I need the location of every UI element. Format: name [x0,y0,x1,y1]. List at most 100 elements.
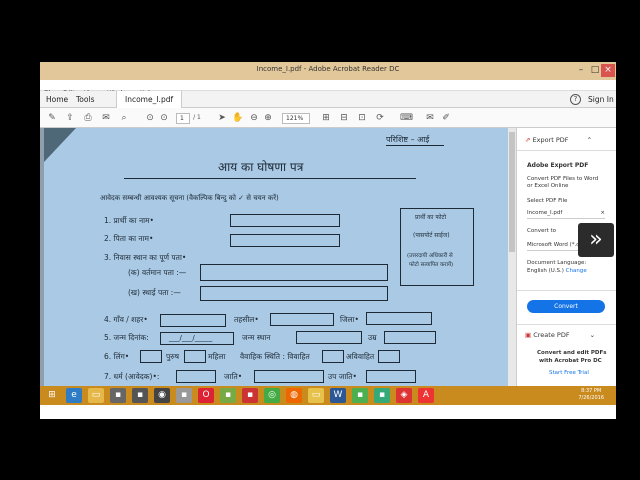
app-icon-6[interactable]: ▪ [242,388,258,403]
language-value: English (U.S.) [527,268,564,274]
tehsil-field[interactable] [270,313,334,326]
opera-icon[interactable]: O [198,388,214,403]
zoom-in-icon[interactable]: ⊕ [262,112,274,124]
start-icon[interactable]: ⊞ [44,388,60,403]
pane-divider [517,150,616,151]
pane-divider-3 [517,324,616,325]
sign-in-button[interactable]: Sign In [588,91,614,108]
tab-document[interactable]: Income_I.pdf × [116,91,182,121]
chevron-up-icon[interactable]: ⌃ [587,136,592,144]
comment-icon[interactable]: ✉ [424,112,436,124]
female-label: महिला [208,352,226,361]
clock-date: 7/26/2016 [578,395,604,401]
double-chevron-right-icon[interactable]: » [578,223,614,257]
select-tool-icon[interactable]: ➤ [216,112,228,124]
current-address-field[interactable] [200,264,388,281]
app-icon-9[interactable]: ◈ [396,388,412,403]
app-icon-8[interactable]: ▪ [374,388,390,403]
hand-tool-icon[interactable]: ✋ [232,112,244,124]
permanent-address-field[interactable] [200,286,388,301]
title-underline [124,178,416,179]
pane-divider-2 [517,290,616,291]
app-icon-1[interactable]: ▪ [110,388,126,403]
create-pdf-header[interactable]: ▣ Create PDF ⌄ [525,331,595,339]
district-field[interactable] [366,312,432,325]
app-icon-2[interactable]: ▪ [132,388,148,403]
help-icon[interactable]: ? [570,94,581,105]
married-checkbox[interactable] [322,350,344,363]
father-name-field[interactable] [230,234,340,247]
create-pdf-icon: ▣ [525,331,532,339]
remove-file-icon[interactable]: × [600,210,605,216]
chevron-down-icon[interactable]: ⌄ [590,331,595,339]
language-row: English (U.S.) Change [527,268,587,274]
export-pdf-header[interactable]: ⇗ Export PDF ⌃ [525,136,592,144]
dob-field[interactable]: ___/___/_____ [160,332,234,345]
system-clock[interactable]: 8:37 PM 7/26/2016 [578,388,604,402]
photo-box: प्रार्थी का फोटो (पासपोर्ट साईज) (उत्तरद… [400,208,474,286]
age-label: उम्र [368,333,377,342]
village-city-field[interactable] [160,314,226,327]
subcaste-field[interactable] [366,370,416,383]
fit-width-icon[interactable]: ⊟ [338,112,350,124]
birthplace-field[interactable] [296,331,362,344]
app-icon-4[interactable]: ▪ [176,388,192,403]
search-icon[interactable]: ⌕ [118,112,130,124]
ie-icon[interactable]: e [66,388,82,403]
caste-field[interactable] [254,370,324,383]
annex-underline [386,145,444,146]
keyboard-icon[interactable]: ⌨ [400,112,413,124]
tab-tools[interactable]: Tools [76,91,94,108]
scrollbar-thumb[interactable] [509,132,515,252]
free-trial-link[interactable]: Start Free Trial [549,370,589,376]
birthplace-label: जन्म स्थान [242,333,271,342]
document-scrollbar[interactable] [508,128,516,386]
convert-button[interactable]: Convert [527,300,605,313]
folder-icon[interactable]: ▭ [308,388,324,403]
zoom-select[interactable]: 121% [282,113,310,124]
pen-icon[interactable]: ✐ [440,112,452,124]
scroll-mode-icon[interactable]: ⊡ [356,112,368,124]
subcaste-label: उप जाति• [328,372,357,381]
page-up-icon[interactable]: ⊙ [144,112,156,124]
upload-icon[interactable]: ⇪ [64,112,76,124]
gender-field[interactable] [140,350,162,363]
applicant-name-field[interactable] [230,214,340,227]
q2-label: 2. पिता का नाम• [104,234,154,243]
selected-file[interactable]: Income_I.pdf × [527,210,605,219]
minimize-icon[interactable]: – [574,64,588,77]
explorer-icon[interactable]: ▭ [88,388,104,403]
chrome-icon[interactable]: ◎ [264,388,280,403]
app-icon-7[interactable]: ▪ [352,388,368,403]
firefox-icon[interactable]: ◍ [286,388,302,403]
q1-label: 1. प्रार्थी का नाम• [104,216,154,225]
page-number-input[interactable]: 1 [176,113,190,124]
annex-label: परिशिष्ट – आई [386,135,430,144]
district-label: जिला• [340,315,359,324]
unmarried-checkbox[interactable] [378,350,400,363]
app-icon-5[interactable]: ▪ [220,388,236,403]
fit-page-icon[interactable]: ⊞ [320,112,332,124]
print-icon[interactable]: ⎙ [82,112,94,124]
page-down-icon[interactable]: ⊙ [158,112,170,124]
close-icon[interactable]: × [601,64,615,77]
acrobat-icon[interactable]: A [418,388,434,403]
app-icon-3[interactable]: ◉ [154,388,170,403]
change-language-link[interactable]: Change [566,268,587,274]
email-icon[interactable]: ✉ [100,112,112,124]
promo-line-2: with Acrobat Pro DC [539,358,602,364]
word-icon[interactable]: W [330,388,346,403]
unmarried-label: अविवाहित [346,352,375,361]
desktop-screen: Income_I.pdf - Adobe Acrobat Reader DC –… [40,62,616,419]
doc-language-label: Document Language: [527,260,587,266]
religion-field[interactable] [176,370,216,383]
tab-home[interactable]: Home [46,91,68,108]
male-checkbox[interactable] [184,350,206,363]
maximize-icon[interactable]: □ [588,64,602,77]
zoom-out-icon[interactable]: ⊖ [248,112,260,124]
age-field[interactable] [384,331,436,344]
save-icon[interactable]: ✎ [46,112,58,124]
export-desc-2: or Excel Online [527,183,569,189]
rotate-icon[interactable]: ⟳ [374,112,386,124]
tab-document-label: Income_I.pdf [125,95,174,104]
